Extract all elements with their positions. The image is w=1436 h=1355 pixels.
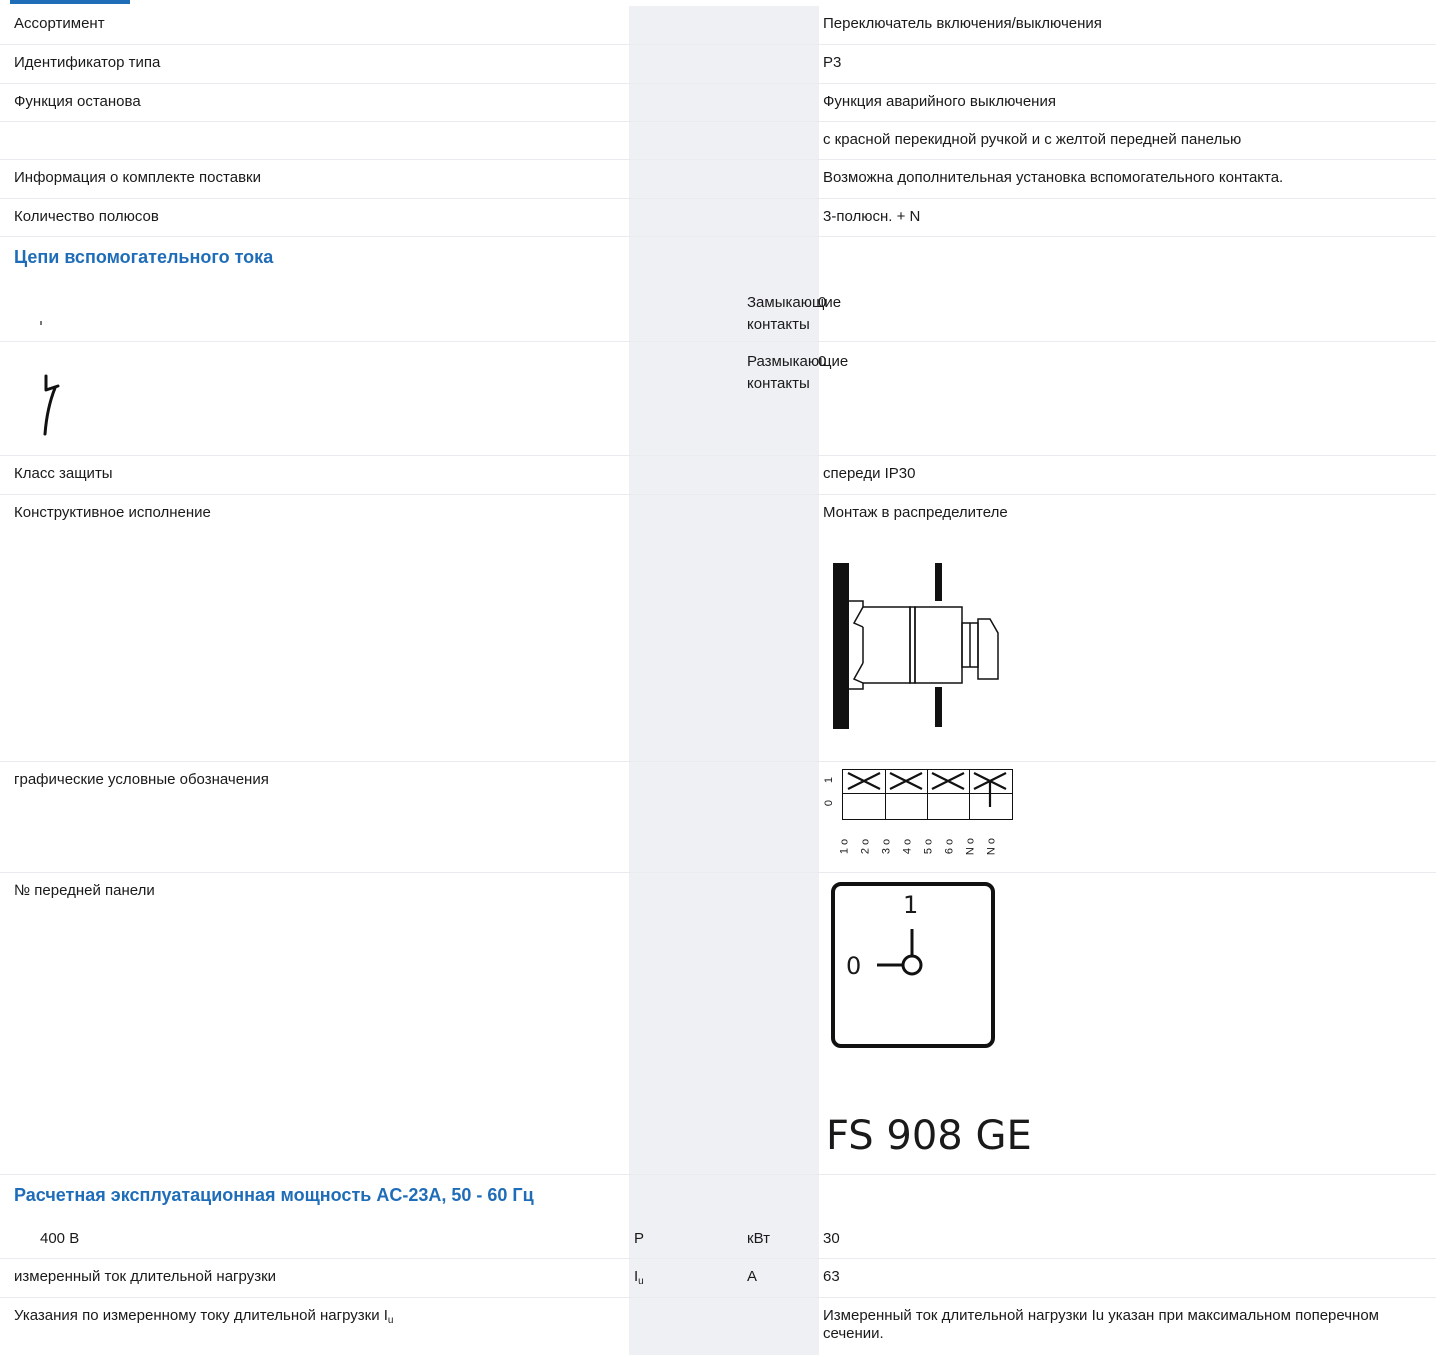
row-label: измеренный ток длительной нагрузки (14, 1268, 277, 1285)
nc-contact-icon (43, 374, 60, 436)
contact-value: 0 (818, 353, 827, 370)
section-rated-power: Расчетная эксплуатационная мощность AC-2… (0, 1175, 1436, 1220)
row-label: Количество полюсов (14, 208, 159, 225)
position-1-label: 1 (903, 891, 919, 919)
row-symbol: Iu (634, 1268, 644, 1287)
row-rated-current: измеренный ток длительной нагрузки Iu A … (0, 1259, 1436, 1298)
row-value: P3 (823, 54, 842, 71)
row-value: Функция аварийного выключения (823, 93, 1056, 110)
contact-label: Замыкающие контакты (747, 294, 842, 333)
row-label: Класс защиты (14, 465, 113, 482)
row-nc-contacts: Размыкающие контакты 0 (0, 342, 1436, 456)
contact-label: Размыкающие контакты (747, 353, 849, 392)
row-assortment: Ассортимент Переключатель включения/выкл… (0, 6, 1436, 45)
terminal-label: 4 o (901, 838, 914, 855)
row-value: Монтаж в распределителе (823, 504, 1008, 521)
row-delivery-info: Информация о комплекте поставки Возможна… (0, 160, 1436, 199)
row-label: Функция останова (14, 93, 141, 110)
mounting-drawing (833, 563, 999, 729)
section-title: Расчетная эксплуатационная мощность AC-2… (14, 1185, 534, 1205)
row-label: Указания по измеренному току длительной … (14, 1307, 394, 1326)
no-contact-icon (40, 321, 42, 325)
row-label: Идентификатор типа (14, 54, 161, 71)
row-label: Информация о комплекте поставки (14, 169, 261, 186)
row-unit: A (747, 1268, 758, 1285)
row-no-contacts: Замыкающие контакты 0 (0, 283, 1436, 342)
row-symbols: графические условные обозначения 1 0 1 o… (0, 762, 1436, 873)
row-label: графические условные обозначения (14, 771, 269, 788)
row-label: 400 В (40, 1230, 80, 1247)
terminal-label: 3 o (880, 838, 893, 855)
terminal-label: N o (985, 837, 998, 856)
diagram-row-label: 0 (823, 799, 836, 807)
terminal-label: 1 o (838, 838, 851, 855)
row-value: с красной перекидной ручкой и с желтой п… (823, 131, 1242, 148)
front-plate-code: FS 908 GE (826, 1113, 1032, 1159)
contact-value: 0 (818, 294, 827, 311)
row-protection: Класс защиты спереди IP30 (0, 456, 1436, 495)
row-type-id: Идентификатор типа P3 (0, 45, 1436, 84)
row-value: Возможна дополнительная установка вспомо… (823, 169, 1284, 186)
row-value: 3-полюсн. + N (823, 208, 921, 225)
row-current-note: Указания по измеренному току длительной … (0, 1298, 1436, 1355)
terminal-label: 2 o (859, 838, 872, 855)
row-poles: Количество полюсов 3-полюсн. + N (0, 199, 1436, 237)
row-stop-function-detail: с красной перекидной ручкой и с желтой п… (0, 122, 1436, 160)
row-value: Переключатель включения/выключения (823, 15, 1102, 32)
position-0-label: 0 (846, 952, 862, 980)
row-value: Измеренный ток длительной нагрузки Iu ук… (823, 1307, 1379, 1342)
row-value: 30 (823, 1230, 840, 1247)
row-value: спереди IP30 (823, 465, 916, 482)
row-value: 63 (823, 1268, 840, 1285)
row-symbol: P (634, 1230, 645, 1247)
terminal-label: N o (964, 837, 977, 856)
row-label: № передней панели (14, 882, 155, 899)
diagram-row-label: 1 (823, 776, 836, 784)
terminal-label: 5 o (922, 838, 935, 855)
row-power-400v: 400 В P кВт 30 (0, 1221, 1436, 1259)
row-unit: кВт (747, 1230, 770, 1247)
row-front-plate: № передней панели 1 0 FS 908 GE (0, 873, 1436, 1175)
section-title: Цепи вспомогательного тока (14, 247, 274, 267)
switching-diagram (842, 769, 1013, 820)
row-label: Конструктивное исполнение (14, 504, 211, 521)
row-design: Конструктивное исполнение Монтаж в распр… (0, 495, 1436, 762)
terminal-label: 6 o (943, 838, 956, 855)
section-aux-circuits: Цепи вспомогательного тока (0, 237, 1436, 282)
row-stop-function: Функция останова Функция аварийного выкл… (0, 84, 1436, 122)
top-section-underline (10, 0, 130, 4)
row-label: Ассортимент (14, 15, 105, 32)
